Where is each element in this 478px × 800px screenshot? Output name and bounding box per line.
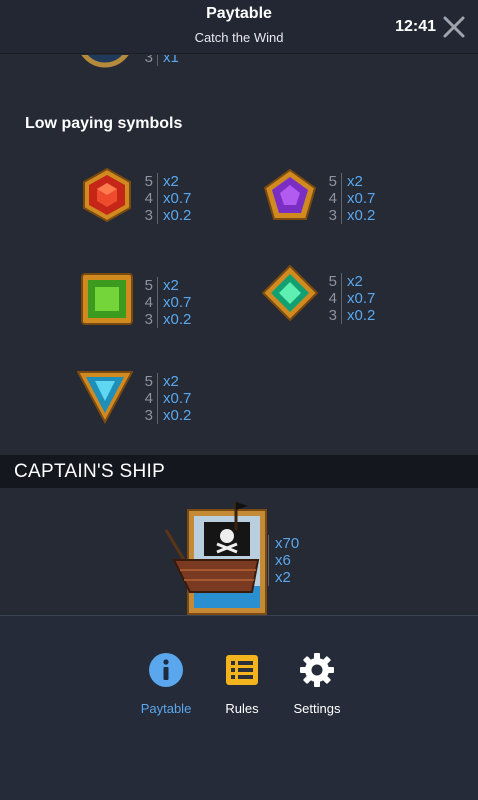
blue-triangle-payouts: 5 x2 4 x0.7 3 x0.2	[144, 373, 214, 424]
symbol-payout: x2	[163, 173, 179, 190]
red-gem-payouts: 5 x2 4 x0.7 3 x0.2	[144, 173, 214, 224]
paytable-content[interactable]: 3 x1 Low paying symbols 5 x2 4 x0.7 3 x0.2 …	[0, 55, 478, 615]
nav-paytable[interactable]: Paytable	[126, 652, 206, 716]
close-icon[interactable]	[442, 15, 466, 39]
nav-label: Rules	[225, 701, 259, 716]
ship-payout: x70	[268, 535, 299, 552]
green-diamond-payouts: 5 x2 4 x0.7 3 x0.2	[328, 273, 398, 324]
symbol-count: 3	[328, 307, 342, 324]
info-icon	[149, 653, 183, 687]
symbol-count: 3	[328, 207, 342, 224]
nav-rules[interactable]: Rules	[202, 652, 282, 716]
gear-icon	[300, 653, 334, 687]
pirate-ship-symbol-icon	[164, 502, 267, 615]
symbol-count: 3	[144, 207, 158, 224]
symbol-count: 4	[328, 290, 342, 307]
symbol-payout: x2	[163, 277, 179, 294]
nav-label: Settings	[293, 701, 341, 716]
ship-payouts: x70 x6 x2	[268, 535, 328, 586]
symbol-payout: x2	[163, 373, 179, 390]
symbol-payout: x0.7	[163, 190, 192, 207]
symbol-payout: x0.7	[163, 390, 192, 407]
captains-ship-title: CAPTAIN'S SHIP	[14, 461, 166, 482]
symbol-payout: x2	[347, 273, 363, 290]
green-diamond-gem-icon	[262, 265, 318, 321]
symbol-payout: x0.7	[163, 294, 192, 311]
symbol-count: 5	[144, 277, 158, 294]
symbol-payout: x2	[347, 173, 363, 190]
symbol-count: 4	[144, 190, 158, 207]
nav-settings[interactable]: Settings	[277, 652, 357, 716]
bottom-nav: Paytable Rules Settings	[0, 615, 478, 800]
ship-payout: x6	[268, 552, 291, 569]
blue-triangle-gem-icon	[77, 371, 133, 425]
purple-gem-payouts: 5 x2 4 x0.7 3 x0.2	[328, 173, 398, 224]
symbol-count: 5	[144, 173, 158, 190]
symbol-payout: x1	[163, 55, 179, 66]
section-header: CAPTAIN'S SHIP	[0, 455, 478, 488]
list-icon	[226, 655, 258, 685]
symbol-count: 5	[144, 373, 158, 390]
green-square-payouts: 5 x2 4 x0.7 3 x0.2	[144, 277, 214, 328]
symbol-payout: x0.7	[347, 290, 376, 307]
red-hexagon-gem-icon	[83, 167, 131, 223]
header: Paytable Catch the Wind 12:41	[0, 0, 478, 54]
symbol-payout: x0.2	[347, 207, 376, 224]
symbol-count: 3	[144, 311, 158, 328]
symbol-payout: x0.2	[163, 311, 192, 328]
clock: 12:41	[395, 18, 436, 35]
symbol-count: 5	[328, 273, 342, 290]
ship-payout: x2	[268, 569, 291, 586]
ship-wheel-symbol-icon	[81, 55, 129, 68]
symbol-payout: x0.7	[347, 190, 376, 207]
symbol-count: 4	[144, 390, 158, 407]
purple-pentagon-gem-icon	[263, 168, 317, 220]
partial-symbol-payouts: 3 x1	[144, 55, 214, 66]
symbol-count: 3	[144, 55, 158, 66]
symbol-payout: x0.2	[347, 307, 376, 324]
symbol-count: 4	[144, 294, 158, 311]
symbol-count: 3	[144, 407, 158, 424]
symbol-count: 5	[328, 173, 342, 190]
nav-label: Paytable	[140, 701, 192, 716]
green-square-gem-icon	[81, 273, 133, 325]
symbol-payout: x0.2	[163, 407, 192, 424]
symbol-payout: x0.2	[163, 207, 192, 224]
low-paying-title: Low paying symbols	[25, 115, 183, 132]
symbol-count: 4	[328, 190, 342, 207]
